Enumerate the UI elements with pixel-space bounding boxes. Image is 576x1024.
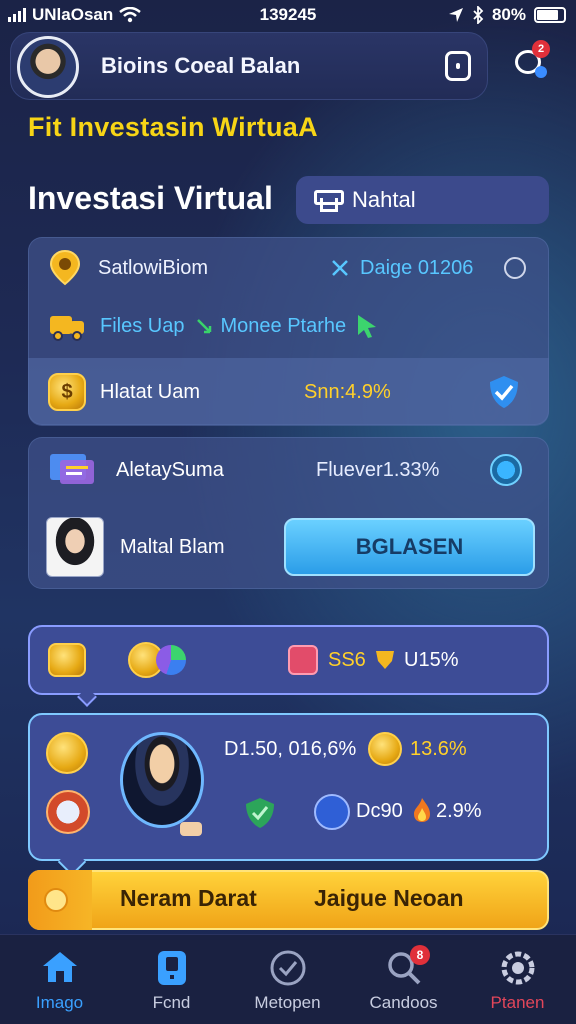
stat-percent: 2.9%	[436, 800, 482, 822]
stat-icon	[288, 645, 318, 675]
action-button[interactable]: BGLASEN	[284, 518, 535, 576]
tab-label: Imago	[35, 993, 84, 1012]
flame-icon	[414, 798, 430, 822]
tab-settings[interactable]: Ptanen	[460, 935, 575, 1024]
banner-left-label: Neram Darat	[120, 885, 257, 911]
bluetooth-icon	[473, 6, 484, 24]
location-icon	[448, 8, 463, 22]
chart-icon	[314, 794, 350, 830]
list-item[interactable]: $ Hlatat Uam Snn:4.9%	[48, 372, 538, 412]
investment-card-4	[28, 713, 549, 861]
scissors-icon	[332, 260, 348, 276]
row-label: Maltal Blam	[120, 535, 225, 558]
page-title: Investasi Virtual	[28, 180, 273, 216]
row-value: Daige 01206	[360, 256, 474, 279]
notification-badge: 2	[532, 40, 550, 58]
list-item[interactable]: Files Uap Monee Ptarhe	[48, 306, 538, 346]
row-value: Snn:4.9%	[304, 380, 391, 403]
avatar[interactable]	[17, 36, 79, 98]
check-shield-icon[interactable]	[486, 374, 522, 410]
stat-value: SS6	[328, 648, 366, 671]
stat-value: D1.50, 016,6%	[224, 738, 357, 760]
coin-icon	[368, 732, 402, 766]
chat-notification-button[interactable]: 2	[510, 40, 550, 84]
home-icon	[42, 952, 77, 982]
screen-icon	[50, 454, 94, 484]
info-icon[interactable]	[504, 257, 526, 279]
tab-home[interactable]: Imago	[2, 935, 117, 1024]
gear-icon	[501, 951, 534, 985]
stat-value: Dc90	[356, 800, 403, 822]
location-pin-icon	[49, 249, 81, 286]
row-label: SatlowiBiom	[98, 256, 209, 279]
bottom-nav: Imago Fcnd Metopen 8 Candoos Ptanen	[0, 934, 576, 1024]
hourglass-icon[interactable]	[46, 732, 88, 774]
person-avatar	[46, 517, 104, 577]
row-left-label: Files Uap	[100, 314, 185, 337]
filter-button[interactable]: Nahtal	[296, 176, 549, 224]
tab-find[interactable]: Fcnd	[114, 935, 229, 1024]
truck-icon	[50, 316, 84, 341]
stat-percent: U15%	[404, 648, 459, 671]
row-label: AletaySuma	[116, 458, 224, 481]
promo-title: Fit Investasin WirtuaA	[28, 112, 318, 142]
shield-check-icon[interactable]	[244, 796, 276, 830]
tab-label: Metopen	[254, 993, 321, 1012]
thumbs-up-icon	[180, 822, 202, 836]
battery-icon	[534, 7, 566, 23]
user-name: Bioins Coeal Balan	[101, 53, 301, 78]
globe-icon	[156, 645, 186, 675]
box-icon[interactable]	[46, 790, 90, 834]
tab-label: Ptanen	[490, 993, 545, 1012]
battery-percent: 80%	[491, 5, 526, 24]
tab-search[interactable]: 8 Candoos	[346, 935, 461, 1024]
phone-icon	[157, 951, 186, 985]
check-circle-icon	[270, 950, 305, 986]
lock-button[interactable]	[445, 51, 471, 81]
row-label: Hlatat Uam	[100, 380, 201, 403]
filter-label: Nahtal	[352, 187, 416, 212]
tab-label: Fcnd	[152, 993, 191, 1012]
timer-icon[interactable]	[490, 454, 522, 486]
status-bar: UNlaOsan 139245 80%	[0, 0, 576, 30]
tab-metopen[interactable]: Metopen	[230, 935, 345, 1024]
row-value: Fluever1.33%	[316, 458, 440, 481]
tab-badge: 8	[410, 945, 430, 965]
list-item[interactable]: SS6 U15%	[48, 638, 538, 682]
banner-right-label: Jaigue Neoan	[314, 885, 464, 911]
list-item[interactable]: SatlowiBiom Daige 01206	[48, 248, 538, 288]
list-item[interactable]: Maltal Blam BGLASEN	[46, 516, 536, 578]
arrow-icon	[197, 319, 212, 334]
row-right-label: Monee Ptarhe	[220, 314, 347, 337]
tab-label: Candoos	[369, 993, 438, 1012]
promo-banner[interactable]	[28, 870, 549, 930]
camera-icon	[48, 643, 86, 677]
dollar-badge-icon: $	[48, 373, 86, 411]
cursor-icon	[358, 315, 377, 338]
trophy-icon	[376, 651, 394, 669]
list-item[interactable]: AletaySuma Fluever1.33%	[46, 448, 536, 492]
filter-icon	[314, 190, 344, 212]
coin-icon	[44, 888, 68, 912]
stat-percent: 13.6%	[410, 738, 467, 760]
profile-header: Bioins Coeal Balan	[10, 32, 488, 100]
